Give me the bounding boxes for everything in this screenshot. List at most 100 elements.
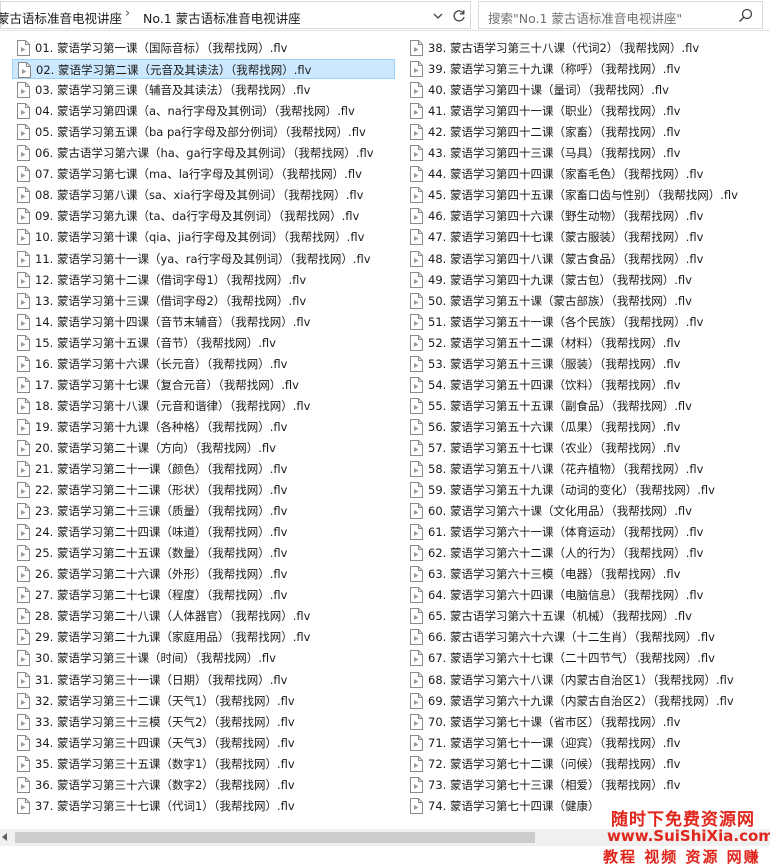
file-item[interactable]: 62. 蒙语学习第六十二课（人的行为）（我帮找网）.flv [405, 543, 765, 563]
file-item[interactable]: 53. 蒙语学习第五十三课（服装）（我帮找网）.flv [405, 354, 765, 374]
file-item[interactable]: 24. 蒙语学习第二十四课（味道）（我帮找网）.flv [12, 522, 395, 542]
file-item[interactable]: 31. 蒙语学习第三十一课（日期）（我帮找网）.flv [12, 670, 395, 690]
file-item[interactable]: 02. 蒙语学习第二课（元音及其读法）（我帮找网）.flv [12, 59, 395, 80]
file-item[interactable]: 03. 蒙语学习第三课（辅音及其读法）（我帮找网）.flv [12, 80, 395, 100]
file-item[interactable]: 40. 蒙语学习第四十课（量词）（我帮找网）.flv [405, 80, 765, 100]
file-name: 65. 蒙古语学习第六十五课（机械）（我帮找网）.flv [428, 609, 692, 624]
file-item[interactable]: 13. 蒙语学习第十三课（借词字母2）（我帮找网）.flv [12, 291, 395, 311]
file-item[interactable]: 67. 蒙语学习第六十七课（二十四节气）（我帮找网）.flv [405, 648, 765, 668]
file-name: 59. 蒙语学习第五十九课（动词的变化）（我帮找网）.flv [428, 483, 715, 498]
file-item[interactable]: 22. 蒙语学习第二十二课（形状）（我帮找网）.flv [12, 480, 395, 500]
file-item[interactable]: 38. 蒙古语学习第三十八课（代词2）（我帮找网）.flv [405, 38, 765, 58]
video-file-icon [410, 734, 423, 751]
file-item[interactable]: 09. 蒙语学习第九课（ta、da行字母及其例词）（我帮找网）.flv [12, 206, 395, 226]
file-item[interactable]: 71. 蒙语学习第七十一课（迎宾）（我帮找网）.flv [405, 733, 765, 753]
file-item[interactable]: 26. 蒙语学习第二十六课（外形）（我帮找网）.flv [12, 564, 395, 584]
search-icon[interactable] [738, 8, 753, 23]
file-item[interactable]: 05. 蒙语学习第五课（ba pa行字母及部分例词）（我帮找网）.flv [12, 122, 395, 142]
file-item[interactable]: 34. 蒙语学习第三十四课（天气3）（我帮找网）.flv [12, 733, 395, 753]
file-item[interactable]: 73. 蒙语学习第七十三课（相爱）（我帮找网）.flv [405, 775, 765, 795]
file-name: 53. 蒙语学习第五十三课（服装）（我帮找网）.flv [428, 356, 681, 371]
file-item[interactable]: 33. 蒙语学习第三十三模（天气2）（我帮找网）.flv [12, 712, 395, 732]
file-item[interactable]: 46. 蒙语学习第四十六课（野生动物）（我帮找网）.flv [405, 206, 765, 226]
file-item[interactable]: 60. 蒙语学习第六十课（文化用品）（我帮找网）.flv [405, 501, 765, 521]
file-item[interactable]: 57. 蒙语学习第五十七课（农业）（我帮找网）.flv [405, 438, 765, 458]
search-input[interactable]: 搜索"No.1 蒙古语标准音电视讲座" [478, 1, 763, 29]
video-file-icon [410, 61, 423, 78]
file-item[interactable]: 49. 蒙语学习第四十九课（蒙古包）（我帮找网）.flv [405, 270, 765, 290]
file-name: 55. 蒙语学习第五十五课（副食品）（我帮找网）.flv [428, 398, 692, 413]
scroll-left-arrow-icon[interactable] [2, 833, 7, 841]
file-item[interactable]: 68. 蒙语学习第六十八课（内蒙古自治区1）（我帮找网）.flv [405, 670, 765, 690]
file-item[interactable]: 56. 蒙语学习第五十六课（瓜果）（我帮找网）.flv [405, 417, 765, 437]
file-item[interactable]: 01. 蒙语学习第一课（国际音标）（我帮找网）.flv [12, 38, 395, 58]
video-file-icon [17, 608, 30, 625]
file-item[interactable]: 23. 蒙语学习第二十三课（质量）（我帮找网）.flv [12, 501, 395, 521]
file-item[interactable]: 64. 蒙语学习第六十四课（电脑信息）（我帮找网）.flv [405, 585, 765, 605]
file-item[interactable]: 45. 蒙语学习第四十五课（家畜口齿与性别）（我帮找网）.flv [405, 185, 765, 205]
file-item[interactable]: 32. 蒙语学习第三十二课（天气1）（我帮找网）.flv [12, 691, 395, 711]
file-item[interactable]: 10. 蒙语学习第十课（qia、jia行字母及其例词）（我帮找网）.flv [12, 227, 395, 247]
file-item[interactable]: 07. 蒙语学习第七课（ma、la行字母及其例词）（我帮找网）.flv [12, 164, 395, 184]
address-bar[interactable]: 蒙古语标准音电视讲座 › No.1 蒙古语标准音电视讲座 [0, 1, 471, 29]
file-item[interactable]: 66. 蒙古语学习第六十六课（十二生肖）（我帮找网）.flv [405, 627, 765, 647]
file-item[interactable]: 50. 蒙语学习第五十课（蒙古部族）（我帮找网）.flv [405, 291, 765, 311]
file-item[interactable]: 14. 蒙语学习第十四课（音节末辅音）（我帮找网）.flv [12, 312, 395, 332]
video-file-icon [410, 545, 423, 562]
file-item[interactable]: 52. 蒙语学习第五十二课（材料）（我帮找网）.flv [405, 333, 765, 353]
file-item[interactable]: 19. 蒙语学习第十九课（各种格）（我帮找网）.flv [12, 417, 395, 437]
file-item[interactable]: 17. 蒙语学习第十七课（复合元音）（我帮找网）.flv [12, 375, 395, 395]
file-item[interactable]: 44. 蒙语学习第四十四课（家畜毛色）（我帮找网）.flv [405, 164, 765, 184]
chevron-down-icon[interactable] [432, 10, 444, 22]
file-item[interactable]: 61. 蒙语学习第六十一课（体育运动）（我帮找网）.flv [405, 522, 765, 542]
file-item[interactable]: 72. 蒙语学习第七十二课（问候）（我帮找网）.flv [405, 754, 765, 774]
file-name: 67. 蒙语学习第六十七课（二十四节气）（我帮找网）.flv [428, 651, 715, 666]
file-item[interactable]: 36. 蒙语学习第三十六课（数字2）（我帮找网）.flv [12, 775, 395, 795]
file-item[interactable]: 30. 蒙语学习第三十课（时间）（我帮找网）.flv [12, 648, 395, 668]
file-item[interactable]: 06. 蒙古语学习第六课（ha、ga行字母及其例词）（我帮找网）.flv [12, 143, 395, 163]
file-name: 12. 蒙语学习第十二课（借词字母1）（我帮找网）.flv [35, 272, 307, 287]
scrollbar-thumb[interactable] [15, 832, 535, 843]
file-item[interactable]: 27. 蒙语学习第二十七课（程度）（我帮找网）.flv [12, 585, 395, 605]
file-item[interactable]: 18. 蒙语学习第十八课（元音和谐律）（我帮找网）.flv [12, 396, 395, 416]
file-item[interactable]: 48. 蒙语学习第四十八课（蒙古食品）（我帮找网）.flv [405, 249, 765, 269]
file-name: 62. 蒙语学习第六十二课（人的行为）（我帮找网）.flv [428, 546, 704, 561]
file-item[interactable]: 70. 蒙语学习第七十课（省市区）（我帮找网）.flv [405, 712, 765, 732]
video-file-icon [17, 734, 30, 751]
file-item[interactable]: 43. 蒙语学习第四十三课（马具）（我帮找网）.flv [405, 143, 765, 163]
file-item[interactable]: 11. 蒙语学习第十一课（ya、ra行字母及其例词）（我帮找网）.flv [12, 249, 395, 269]
file-item[interactable]: 15. 蒙语学习第十五课（音节）（我帮找网）.flv [12, 333, 395, 353]
video-file-icon [17, 776, 30, 793]
file-item[interactable]: 63. 蒙语学习第六十三模（电器）（我帮找网）.flv [405, 564, 765, 584]
breadcrumb-parent[interactable]: 蒙古语标准音电视讲座 [0, 8, 122, 27]
file-item[interactable]: 35. 蒙语学习第三十五课（数字1）（我帮找网）.flv [12, 754, 395, 774]
file-item[interactable]: 37. 蒙语学习第三十七课（代词1）（我帮找网）.flv [12, 796, 395, 816]
file-item[interactable]: 54. 蒙语学习第五十四课（饮料）（我帮找网）.flv [405, 375, 765, 395]
file-item[interactable]: 58. 蒙语学习第五十八课（花卉植物）（我帮找网）.flv [405, 459, 765, 479]
file-item[interactable]: 59. 蒙语学习第五十九课（动词的变化）（我帮找网）.flv [405, 480, 765, 500]
file-item[interactable]: 28. 蒙语学习第二十八课（人体器官）（我帮找网）.flv [12, 606, 395, 626]
breadcrumb-separator[interactable]: › [125, 6, 130, 21]
file-item[interactable]: 47. 蒙语学习第四十七课（蒙古服装）（我帮找网）.flv [405, 227, 765, 247]
file-item[interactable]: 16. 蒙语学习第十六课（长元音）（我帮找网）.flv [12, 354, 395, 374]
file-item[interactable]: 08. 蒙语学习第八课（sa、xia行字母及其例词）（我帮找网）.flv [12, 185, 395, 205]
file-item[interactable]: 04. 蒙语学习第四课（a、na行字母及其例词）（我帮找网）.flv [12, 101, 395, 121]
file-item[interactable]: 69. 蒙语学习第六十九课（内蒙古自治区2）（我帮找网）.flv [405, 691, 765, 711]
file-item[interactable]: 65. 蒙古语学习第六十五课（机械）（我帮找网）.flv [405, 606, 765, 626]
file-item[interactable]: 55. 蒙语学习第五十五课（副食品）（我帮找网）.flv [405, 396, 765, 416]
file-item[interactable]: 51. 蒙语学习第五十一课（各个民族）（我帮找网）.flv [405, 312, 765, 332]
file-item[interactable]: 20. 蒙语学习第二十课（方向）（我帮找网）.flv [12, 438, 395, 458]
video-file-icon [17, 40, 30, 56]
refresh-icon[interactable] [451, 8, 467, 24]
file-item[interactable]: 29. 蒙语学习第二十九课（家庭用品）（我帮找网）.flv [12, 627, 395, 647]
breadcrumb-current[interactable]: No.1 蒙古语标准音电视讲座 [143, 8, 301, 27]
file-item[interactable]: 25. 蒙语学习第二十五课（数量）（我帮找网）.flv [12, 543, 395, 563]
file-item[interactable]: 21. 蒙语学习第二十一课（颜色）（我帮找网）.flv [12, 459, 395, 479]
file-item[interactable]: 39. 蒙语学习第三十九课（称呼）（我帮找网）.flv [405, 59, 765, 79]
file-item[interactable]: 12. 蒙语学习第十二课（借词字母1）（我帮找网）.flv [12, 270, 395, 290]
file-item[interactable]: 42. 蒙语学习第四十二课（家畜）（我帮找网）.flv [405, 122, 765, 142]
file-list[interactable]: 01. 蒙语学习第一课（国际音标）（我帮找网）.flv 02. 蒙语学习第二课（元… [0, 38, 770, 828]
file-item[interactable]: 41. 蒙语学习第四十一课（职业）（我帮找网）.flv [405, 101, 765, 121]
video-file-icon [410, 439, 423, 456]
file-name: 11. 蒙语学习第十一课（ya、ra行字母及其例词）（我帮找网）.flv [35, 251, 371, 266]
